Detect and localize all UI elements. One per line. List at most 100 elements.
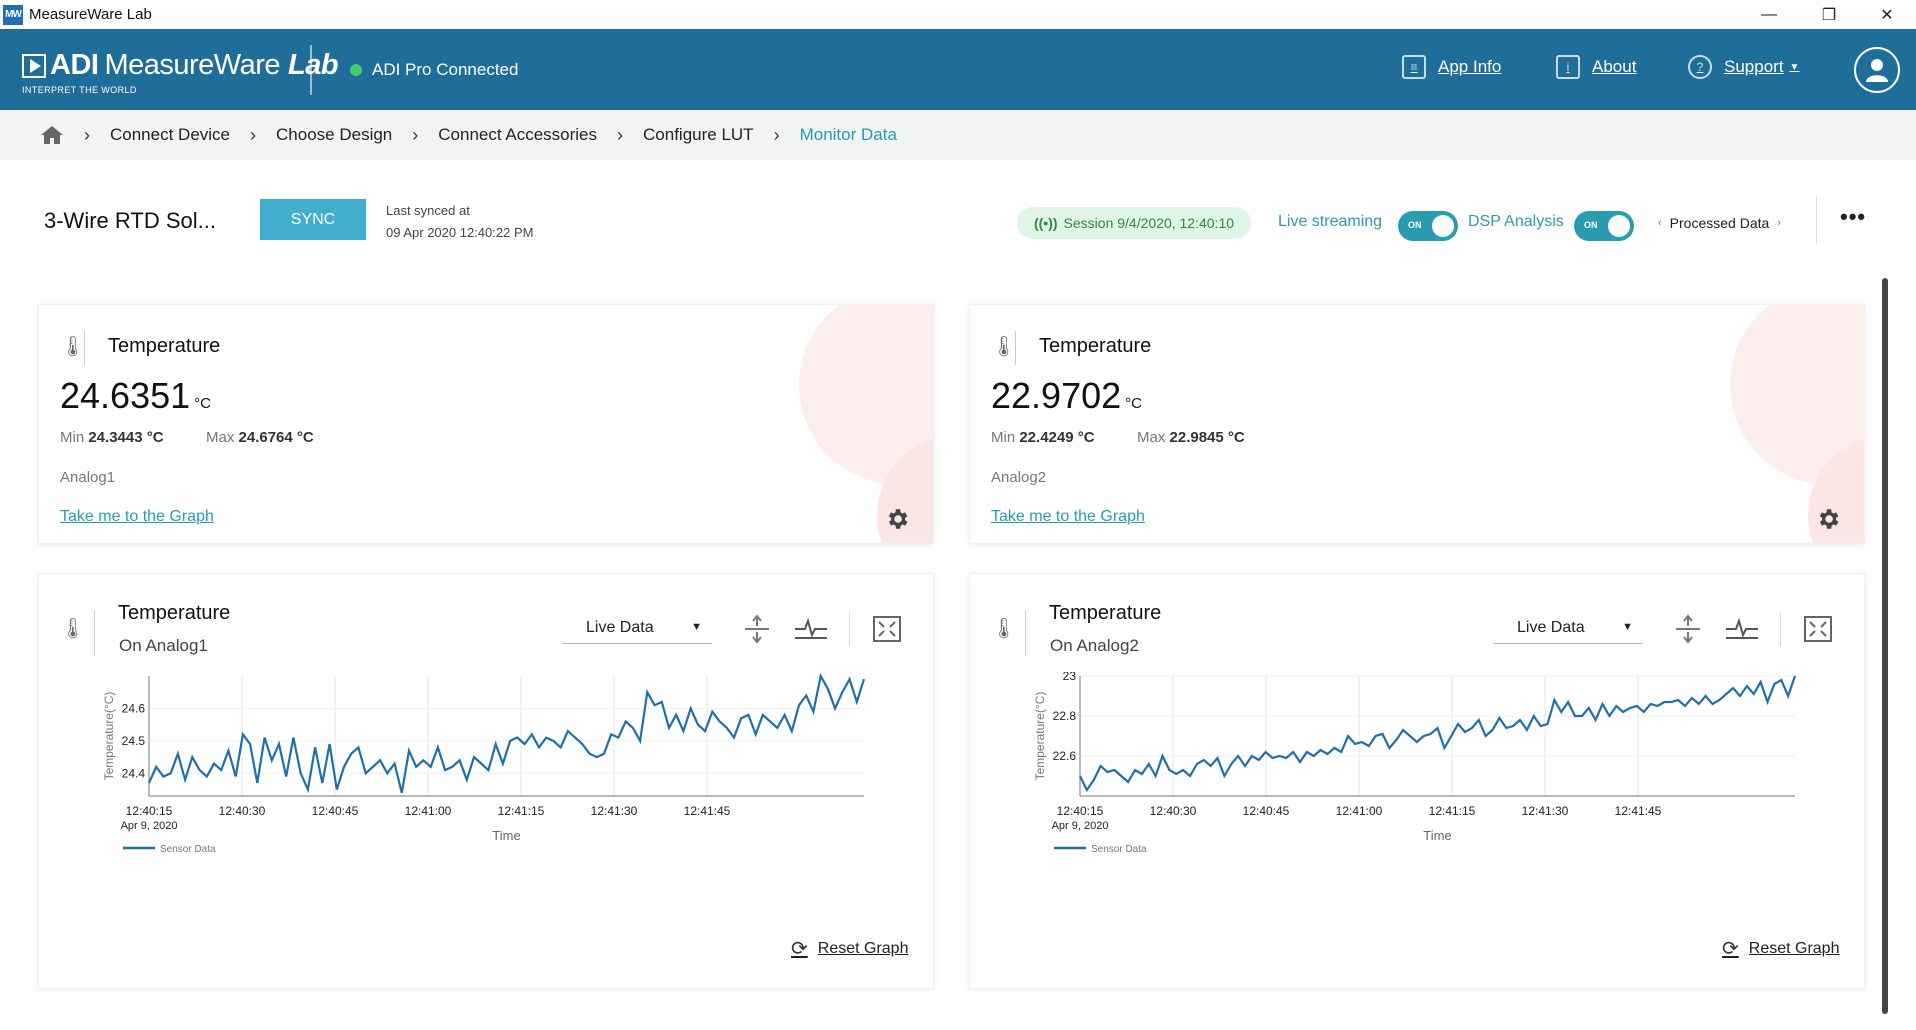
- x-tick-label: 12:41:45: [1615, 804, 1662, 818]
- last-synced-value: 09 Apr 2020 12:40:22 PM: [386, 225, 534, 240]
- sync-button[interactable]: SYNC: [260, 199, 366, 240]
- signal-wave-icon[interactable]: [793, 614, 829, 644]
- chevron-down-icon: ▼: [691, 621, 702, 633]
- reading-card-analog1: 🌡 Temperature 24.6351 °C Min 24.3443 °C M…: [38, 304, 934, 544]
- reset-graph-button[interactable]: ⟳ Reset Graph: [791, 936, 908, 961]
- breadcrumb-connect-accessories[interactable]: Connect Accessories: [438, 125, 597, 145]
- data-mode-select[interactable]: Live Data ▼: [1493, 612, 1643, 644]
- x-axis-label: Time: [492, 828, 520, 843]
- fit-vertical-icon[interactable]: [1670, 614, 1706, 644]
- x-tick-label: 12:40:30: [219, 804, 266, 818]
- card-divider: [84, 331, 85, 365]
- thermometer-icon: 🌡: [991, 336, 1017, 358]
- connection-status-dot: [350, 64, 362, 76]
- y-axis-label: Temperature(°C): [102, 692, 116, 781]
- toggle-knob: [1608, 215, 1630, 237]
- x-tick-label: 12:40:15: [1057, 804, 1104, 818]
- x-tick-label: 12:41:30: [1522, 804, 1569, 818]
- take-me-to-graph-link[interactable]: Take me to the Graph: [60, 508, 214, 526]
- x-tick-label: 12:40:45: [312, 804, 359, 818]
- breadcrumb-configure-lut[interactable]: Configure LUT: [643, 125, 754, 145]
- app-info-label: App Info: [1438, 57, 1502, 76]
- breadcrumb-connect-device[interactable]: Connect Device: [110, 125, 230, 145]
- reading-unit: °C: [1125, 395, 1142, 412]
- x-tick-label: 12:41:00: [405, 804, 452, 818]
- reading-title: Temperature: [108, 335, 221, 357]
- breadcrumb-monitor-data: Monitor Data: [799, 125, 897, 144]
- toggle-knob: [1432, 215, 1454, 237]
- dsp-analysis-toggle[interactable]: ON: [1574, 211, 1634, 241]
- restore-button[interactable]: ❐: [1800, 0, 1858, 29]
- gear-icon[interactable]: [884, 506, 910, 532]
- data-mode-select[interactable]: Live Data ▼: [562, 612, 712, 644]
- close-button[interactable]: ✕: [1858, 0, 1916, 29]
- signal-wave-icon[interactable]: [1724, 614, 1760, 644]
- about-link[interactable]: i About: [1556, 55, 1636, 79]
- x-tick-date: Apr 9, 2020: [121, 820, 178, 832]
- about-label: About: [1592, 57, 1637, 76]
- brand-adi: ADI: [50, 49, 99, 81]
- user-avatar[interactable]: [1854, 47, 1900, 93]
- min-label: Min: [991, 429, 1016, 446]
- reading-max: Max 24.6764 °C: [206, 429, 314, 446]
- tool-divider: [1780, 612, 1781, 646]
- reset-graph-label: Reset Graph: [817, 939, 909, 957]
- card-divider: [94, 610, 95, 656]
- connection-status: ADI Pro Connected: [350, 60, 518, 80]
- chevron-right-icon: ›: [617, 124, 624, 145]
- take-me-to-graph-link[interactable]: Take me to the Graph: [991, 508, 1145, 526]
- more-options-icon[interactable]: •••: [1840, 204, 1866, 230]
- window-title: MeasureWare Lab: [29, 6, 152, 23]
- card-divider: [1025, 610, 1026, 656]
- reading-value: 24.6351 °C: [60, 375, 211, 417]
- minimize-button[interactable]: —: [1740, 0, 1798, 29]
- chart-plot-analog2[interactable]: 12:40:15 12:40:30 12:40:45 12:41:00 12:41:15…: [1010, 672, 1830, 862]
- chart-subtitle: On Analog2: [1050, 636, 1139, 655]
- live-streaming-label: Live streaming: [1278, 213, 1383, 230]
- x-tick-label: 12:41:15: [498, 804, 545, 818]
- fullscreen-icon[interactable]: [1800, 614, 1836, 644]
- home-icon[interactable]: [40, 125, 64, 145]
- support-link[interactable]: ? Support ▼: [1688, 55, 1799, 79]
- chart-card-analog1: 🌡 Temperature On Analog1 Live Data ▼ 12:…: [38, 573, 934, 989]
- window-titlebar: MW MeasureWare Lab — ❐ ✕: [0, 0, 1916, 29]
- fit-vertical-icon[interactable]: [739, 614, 775, 644]
- brand-measureware: MeasureWare: [104, 49, 280, 81]
- vertical-scrollbar[interactable]: [1882, 278, 1888, 1014]
- refresh-icon: ⟳: [1722, 938, 1739, 960]
- chart-plot-analog1[interactable]: 12:40:15 12:40:30 12:40:45 12:41:00 12:41:15…: [79, 672, 899, 862]
- gear-icon[interactable]: [1815, 506, 1841, 532]
- reset-graph-button[interactable]: ⟳ Reset Graph: [1722, 936, 1839, 961]
- y-tick-label: 24.5: [122, 734, 146, 748]
- processed-data-switcher: ‹ Processed Data ›: [1650, 215, 1789, 231]
- x-axis-label: Time: [1423, 828, 1451, 843]
- chevron-down-icon: ▼: [1622, 621, 1633, 633]
- card-divider: [1015, 331, 1016, 365]
- series-line: [147, 672, 866, 794]
- chevron-right-icon: ›: [773, 124, 780, 145]
- session-label: Session 9/4/2020, 12:40:10: [1063, 215, 1235, 231]
- live-streaming-state: ON: [1408, 220, 1422, 230]
- legend-label: Sensor Data: [160, 844, 216, 855]
- chevron-left-icon[interactable]: ‹: [1658, 217, 1662, 229]
- data-mode-value: Live Data: [586, 618, 654, 636]
- dsp-analysis-state: ON: [1584, 220, 1598, 230]
- session-badge: ((•)) Session 9/4/2020, 12:40:10: [1017, 207, 1251, 239]
- toolbar-divider: [1816, 196, 1817, 244]
- help-chat-icon: ?: [1688, 55, 1712, 79]
- x-tick-label: 12:41:15: [1429, 804, 1476, 818]
- brand-tagline: INTERPRET THE WORLD: [22, 85, 137, 95]
- live-streaming-toggle[interactable]: ON: [1398, 211, 1458, 241]
- chart-subtitle: On Analog1: [119, 636, 208, 655]
- brand-logo[interactable]: ADI MeasureWare Lab INTERPRET THE WORLD: [22, 49, 339, 95]
- reading-value: 22.9702 °C: [991, 375, 1142, 417]
- breadcrumb-choose-design[interactable]: Choose Design: [276, 125, 392, 145]
- fullscreen-icon[interactable]: [869, 614, 905, 644]
- reading-value-number: 24.6351: [60, 375, 191, 416]
- app-info-link[interactable]: ≡ App Info: [1402, 55, 1501, 79]
- chart-card-analog2: 🌡 Temperature On Analog2 Live Data ▼ 12:…: [969, 573, 1865, 989]
- reset-graph-label: Reset Graph: [1748, 939, 1840, 957]
- max-value: 24.6764 °C: [238, 429, 314, 446]
- chevron-right-icon[interactable]: ›: [1777, 217, 1781, 229]
- app-header: ADI MeasureWare Lab INTERPRET THE WORLD …: [0, 29, 1916, 110]
